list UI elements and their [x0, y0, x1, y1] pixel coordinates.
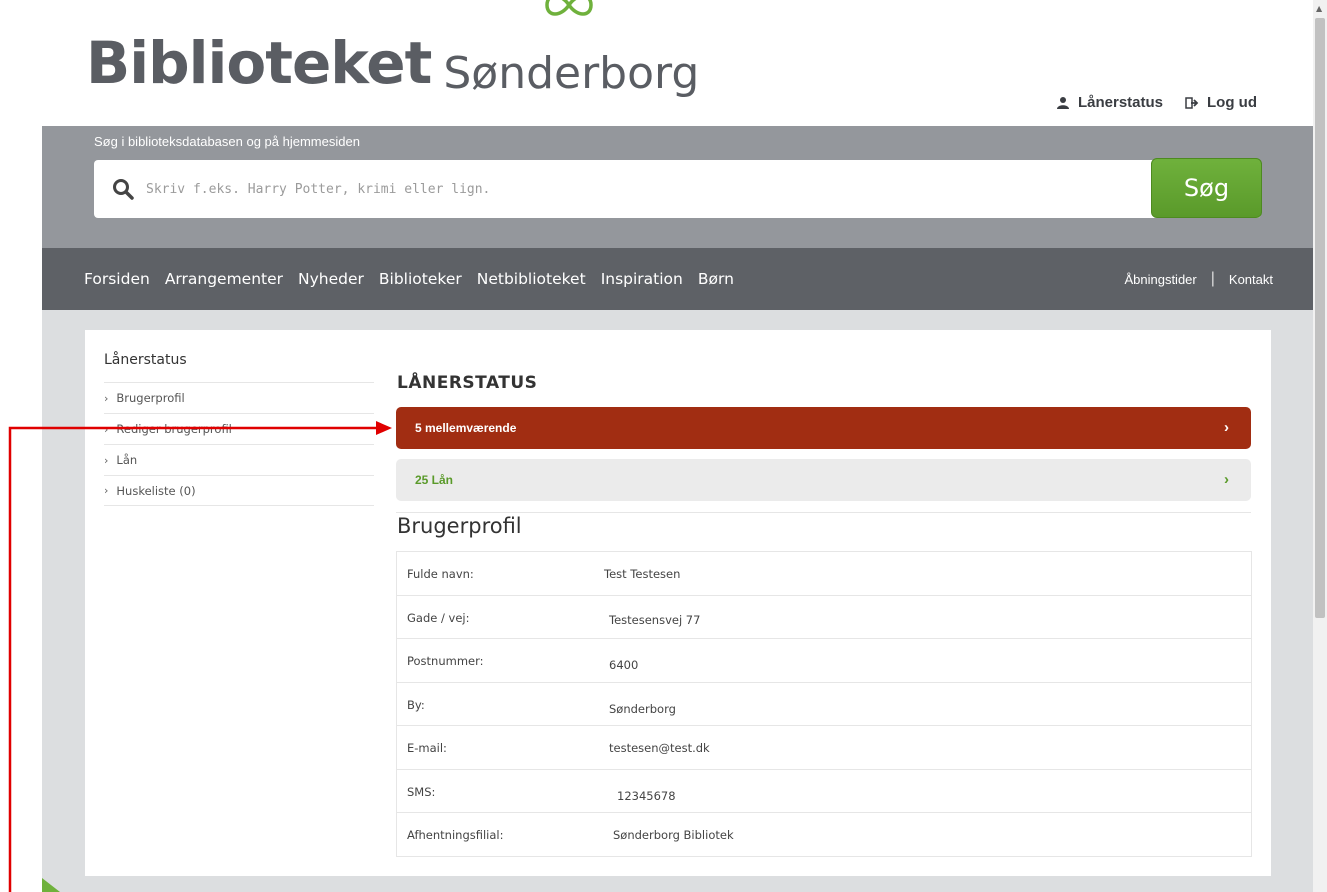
- chevron-right-icon: ›: [104, 391, 109, 405]
- search-label: Søg i biblioteksdatabasen og på hjemmesi…: [94, 134, 360, 149]
- chevron-right-icon: ›: [1224, 419, 1229, 436]
- logout-icon: [1185, 96, 1199, 109]
- divider: [396, 512, 1251, 513]
- field-label: SMS:: [407, 784, 436, 799]
- loan-status-label: Lånerstatus: [1077, 94, 1164, 111]
- chevron-right-icon: ›: [1224, 471, 1229, 488]
- field-label: E-mail:: [407, 741, 447, 755]
- page-title: LÅNERSTATUS: [397, 373, 538, 393]
- nav-item-netbiblioteket[interactable]: Netbiblioteket: [477, 270, 586, 288]
- nav-item-biblioteker[interactable]: Biblioteker: [379, 270, 462, 288]
- sidebar-list: › Brugerprofil › Rediger brugerprofil › Lån…: [104, 382, 374, 506]
- nav-item-inspiration[interactable]: Inspiration: [601, 270, 683, 288]
- nav-contact-link[interactable]: Kontakt: [1229, 272, 1273, 287]
- field-value: Testesensvej 77: [609, 612, 701, 627]
- sidebar-item-label: Brugerprofil: [116, 391, 185, 405]
- search-band: Søg i biblioteksdatabasen og på hjemmesi…: [42, 126, 1313, 248]
- field-value: Sønderborg: [609, 701, 676, 716]
- sidebar-title: Lånerstatus: [104, 352, 187, 368]
- profile-table: Fulde navn: Test Testesen Gade / vej: Test…: [396, 551, 1252, 857]
- top-links: Lånerstatus Log ud: [1056, 94, 1257, 111]
- accordion-loans-label: 25 Lån: [415, 473, 454, 487]
- accordion-loans[interactable]: 25 Lån ›: [396, 459, 1251, 501]
- sidebar-item-brugerprofil[interactable]: › Brugerprofil: [104, 382, 374, 413]
- logo-main-text: Biblioteket: [86, 29, 432, 97]
- sidebar-item-rediger-brugerprofil[interactable]: › Rediger brugerprofil: [104, 413, 374, 444]
- field-value: testesen@test.dk: [609, 741, 710, 755]
- nav-item-born[interactable]: Børn: [698, 270, 734, 288]
- scroll-up-arrow-icon[interactable]: ▲: [1316, 4, 1322, 13]
- field-label: By:: [407, 697, 425, 712]
- table-row: By: Sønderborg: [397, 681, 1251, 726]
- accordion-outstanding[interactable]: 5 mellemværende ›: [396, 407, 1251, 449]
- accordion-outstanding-label: 5 mellemværende: [415, 421, 517, 435]
- sidebar-item-huskeliste[interactable]: › Huskeliste (0): [104, 475, 374, 506]
- main-nav: Forsiden Arrangementer Nyheder Bibliotek…: [42, 248, 1313, 310]
- search-icon: [113, 179, 134, 200]
- nav-item-nyheder[interactable]: Nyheder: [298, 270, 364, 288]
- site-logo[interactable]: Biblioteket Sønderborg: [86, 12, 699, 97]
- loan-status-link[interactable]: Lånerstatus: [1056, 94, 1163, 111]
- search-button[interactable]: Søg: [1151, 158, 1262, 218]
- field-label: Gade / vej:: [407, 610, 470, 625]
- table-row: SMS: 12345678: [397, 768, 1251, 813]
- field-value: Sønderborg Bibliotek: [613, 828, 734, 842]
- table-row: Afhentningsfilial: Sønderborg Bibliotek: [397, 812, 1251, 856]
- nav-opening-hours-link[interactable]: Åbningstider: [1124, 272, 1196, 287]
- field-label: Afhentningsfilial:: [407, 828, 504, 842]
- field-value: 12345678: [617, 788, 676, 803]
- chevron-right-icon: ›: [104, 453, 109, 467]
- sidebar-item-label: Lån: [116, 453, 138, 467]
- page-scrollbar[interactable]: ▲: [1313, 0, 1327, 892]
- logout-link[interactable]: Log ud: [1185, 94, 1257, 111]
- sidebar-item-label: Rediger brugerprofil: [116, 422, 232, 436]
- field-label: Fulde navn:: [407, 567, 474, 581]
- field-value: 6400: [609, 658, 639, 672]
- sidebar-item-label: Huskeliste (0): [116, 483, 196, 498]
- corner-decoration: [42, 878, 60, 892]
- table-row: E-mail: testesen@test.dk: [397, 725, 1251, 769]
- infinity-logo-icon: [545, 0, 593, 16]
- table-row: Fulde navn: Test Testesen: [397, 551, 1251, 595]
- table-row: Gade / vej: Testesensvej 77: [397, 594, 1251, 639]
- user-icon: [1056, 96, 1069, 109]
- nav-item-forsiden[interactable]: Forsiden: [84, 270, 150, 288]
- search-box: [94, 160, 1261, 218]
- logout-label: Log ud: [1207, 94, 1257, 111]
- nav-item-arrangementer[interactable]: Arrangementer: [165, 270, 283, 288]
- profile-title: Brugerprofil: [397, 514, 522, 538]
- field-label: Postnummer:: [407, 654, 484, 668]
- field-value: Test Testesen: [604, 567, 681, 581]
- logo-sub-text: Sønderborg: [443, 48, 700, 99]
- search-input[interactable]: [144, 160, 1144, 218]
- table-row: Postnummer: 6400: [397, 638, 1251, 682]
- chevron-right-icon: ›: [104, 422, 109, 436]
- sidebar-item-lan[interactable]: › Lån: [104, 444, 374, 475]
- chevron-right-icon: ›: [104, 484, 109, 497]
- scrollbar-thumb[interactable]: [1315, 18, 1325, 618]
- nav-separator: |: [1210, 270, 1215, 287]
